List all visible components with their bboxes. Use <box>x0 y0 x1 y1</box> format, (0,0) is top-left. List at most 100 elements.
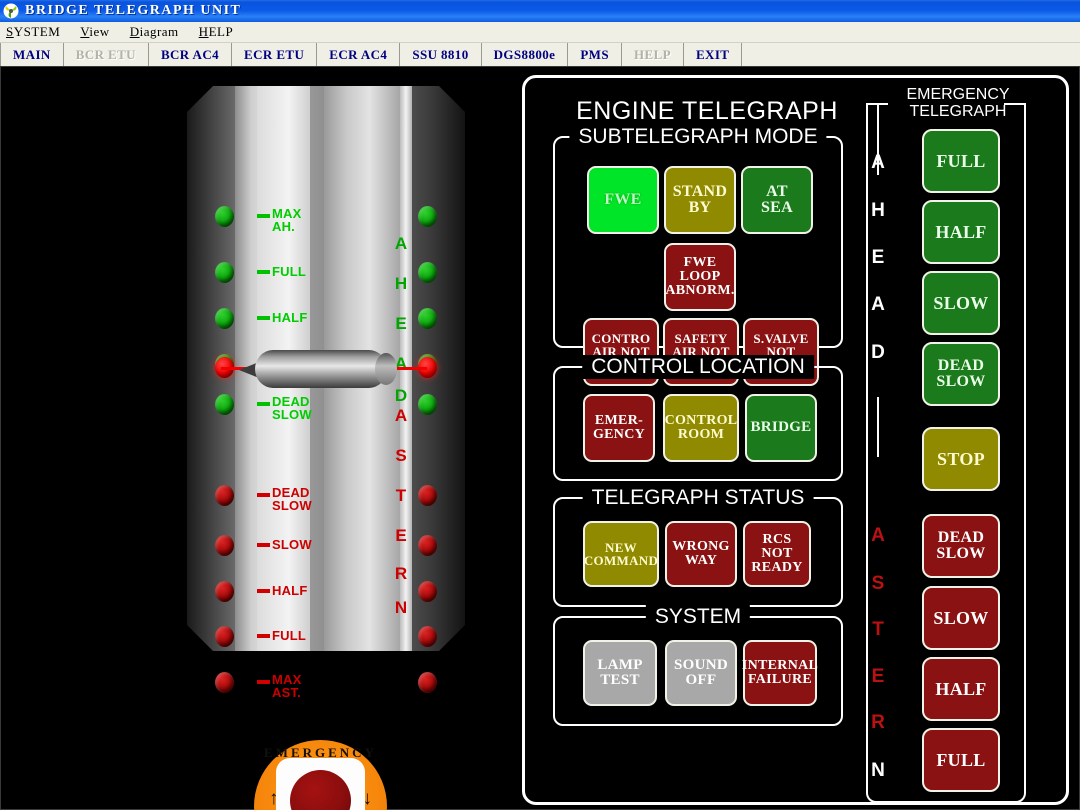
menu-item-system[interactable]: SYSTEM <box>6 24 60 40</box>
bracket-spine-top <box>877 105 879 175</box>
toolbar-tabs: MAIN BCR ETU BCR AC4 ECR ETU ECR AC4 SSU 8810… <box>0 43 1080 66</box>
tab-bcr-ac4[interactable]: BCR AC4 <box>149 43 233 66</box>
astern-label-3: FULL <box>272 628 307 643</box>
astern-led-left-4 <box>215 672 234 693</box>
control-location-btn-emer-gency[interactable]: EMER- GENCY <box>583 394 655 462</box>
emergency-telegraph-btn-7-half[interactable]: HALF <box>922 657 1000 721</box>
etg-astern-letter-5: N <box>871 760 885 781</box>
ahead-label-4: DEAD SLOW <box>272 394 312 422</box>
ahead-led-left-4 <box>215 394 234 415</box>
scale-tick <box>257 316 270 320</box>
emergency-telegraph-btn-2-slow[interactable]: SLOW <box>922 271 1000 335</box>
control-location-legend: CONTROL LOCATION <box>582 355 814 379</box>
astern-label-0: DEAD SLOW <box>272 485 312 513</box>
panel-title: ENGINE TELEGRAPH <box>576 97 838 125</box>
tab-ecr-ac4[interactable]: ECR AC4 <box>317 43 401 66</box>
ahead-label-1: FULL <box>272 264 307 279</box>
tab-dgs8800e[interactable]: DGS8800e <box>482 43 569 66</box>
ahead-led-left-2 <box>215 308 234 329</box>
astern-letter-0: A <box>394 406 408 425</box>
astern-letter-4: R <box>394 564 408 583</box>
telegraph-status-btn-new-command[interactable]: NEW COMMAND <box>583 521 659 587</box>
etg-ahead-letter-3: A <box>871 294 885 315</box>
astern-letter-2: T <box>395 486 407 505</box>
ahead-label-2: HALF <box>272 310 308 325</box>
ahead-letter-4: D <box>394 386 408 405</box>
scale-tick <box>257 634 270 638</box>
system-btn-sound-off[interactable]: SOUND OFF <box>665 640 737 706</box>
ahead-label-0: MAX AH. <box>272 206 302 234</box>
ahead-led-right-2 <box>418 308 437 329</box>
astern-letter-1: S <box>395 446 407 465</box>
window-titlebar: BRIDGE TELEGRAPH UNIT <box>0 0 1080 22</box>
emergency-telegraph-btn-1-half[interactable]: HALF <box>922 200 1000 264</box>
ahead-letter-1: H <box>394 274 408 293</box>
astern-led-left-1 <box>215 535 234 556</box>
telegraph-status-legend: TELEGRAPH STATUS <box>582 486 814 510</box>
astern-led-right-2 <box>418 581 437 602</box>
ahead-led-left-1 <box>215 262 234 283</box>
emergency-stop-button[interactable]: EMERGENCY ↑ ↓ STOP <box>254 740 387 810</box>
tab-pms[interactable]: PMS <box>568 43 622 66</box>
astern-led-right-0 <box>418 485 437 506</box>
bridge-telegraph-window: BRIDGE TELEGRAPH UNIT SYSTEM View Diagram H… <box>0 0 1080 810</box>
telegraph-status-btn-rcs-not-ready[interactable]: RCS NOT READY <box>743 521 811 587</box>
tab-exit[interactable]: EXIT <box>684 43 743 66</box>
control-location-btn-control-room[interactable]: CONTROL ROOM <box>663 394 739 462</box>
etg-astern-letter-0: A <box>871 525 885 546</box>
astern-led-right-1 <box>418 535 437 556</box>
scale-tick <box>257 493 270 497</box>
scale-tick <box>257 543 270 547</box>
telegraph-status-btn-wrong-way[interactable]: WRONG WAY <box>665 521 737 587</box>
telegraph-handle[interactable] <box>255 350 397 388</box>
etg-ahead-letter-2: E <box>871 247 885 268</box>
system-legend: SYSTEM <box>645 605 751 629</box>
astern-led-left-3 <box>215 626 234 647</box>
astern-led-right-3 <box>418 626 437 647</box>
scale-tick <box>257 402 270 406</box>
emergency-telegraph-btn-4-stop[interactable]: STOP <box>922 427 1000 491</box>
telegraph-status-group: TELEGRAPH STATUS NEW COMMAND WRONG WAY RCS… <box>553 486 843 607</box>
subtelegraph-btn-stand-by[interactable]: STAND BY <box>664 166 736 234</box>
subtelegraph-btn-fwe-loop-abnorm-[interactable]: FWE LOOP ABNORM. <box>664 243 736 311</box>
ahead-led-right-0 <box>418 206 437 227</box>
system-btn-lamp-test[interactable]: LAMP TEST <box>583 640 657 706</box>
ahead-led-right-1 <box>418 262 437 283</box>
emergency-telegraph-btn-8-full[interactable]: FULL <box>922 728 1000 792</box>
tab-main[interactable]: MAIN <box>0 43 64 66</box>
system-btn-internal-failure[interactable]: INTERNAL FAILURE <box>742 640 818 706</box>
tab-help: HELP <box>622 43 684 66</box>
emergency-telegraph-btn-3-dead-slow[interactable]: DEAD SLOW <box>922 342 1000 406</box>
etg-astern-letter-3: E <box>871 666 885 687</box>
propeller-icon <box>3 3 19 19</box>
tab-ecr-etu[interactable]: ECR ETU <box>232 43 318 66</box>
subtelegraph-btn-fwe[interactable]: FWE <box>587 166 659 234</box>
astern-label-2: HALF <box>272 583 308 598</box>
work-area: MAX AH.FULLHALFSLOWDEAD SLOWDEAD SLOWSLO… <box>0 66 1080 810</box>
menu-item-diagram[interactable]: Diagram <box>130 24 179 40</box>
menu-item-view[interactable]: View <box>80 24 109 40</box>
pointer-line-right <box>393 367 427 370</box>
astern-letter-3: E <box>395 526 407 545</box>
subtelegraph-mode-group: SUBTELEGRAPH MODE FWE STAND BY AT SEA FWE L… <box>553 125 843 386</box>
subtelegraph-btn-at-sea[interactable]: AT SEA <box>741 166 813 234</box>
tab-bcr-etu: BCR ETU <box>64 43 149 66</box>
ahead-letter-2: E <box>395 314 407 333</box>
etg-astern-letter-1: S <box>871 573 885 594</box>
emergency-telegraph-btn-0-full[interactable]: FULL <box>922 129 1000 193</box>
system-group: SYSTEM LAMP TEST SOUND OFF INTERNAL FAILUR… <box>553 605 843 726</box>
tab-ssu-8810[interactable]: SSU 8810 <box>400 43 482 66</box>
astern-letter-5: N <box>394 598 408 617</box>
bracket-top-right <box>1004 103 1026 105</box>
control-location-btn-bridge[interactable]: BRIDGE <box>745 394 817 462</box>
ahead-letter-0: A <box>394 234 408 253</box>
emergency-telegraph-btn-6-slow[interactable]: SLOW <box>922 586 1000 650</box>
etg-ahead-letter-4: D <box>871 342 885 363</box>
engine-order-telegraph-dial[interactable]: MAX AH.FULLHALFSLOWDEAD SLOWDEAD SLOWSLO… <box>187 86 465 699</box>
astern-led-right-4 <box>418 672 437 693</box>
astern-label-4: MAX AST. <box>272 672 302 700</box>
menu-item-help[interactable]: HELP <box>199 24 234 40</box>
emergency-telegraph-btn-5-dead-slow[interactable]: DEAD SLOW <box>922 514 1000 578</box>
etg-ahead-letter-1: H <box>871 200 885 221</box>
astern-label-1: SLOW <box>272 537 312 552</box>
